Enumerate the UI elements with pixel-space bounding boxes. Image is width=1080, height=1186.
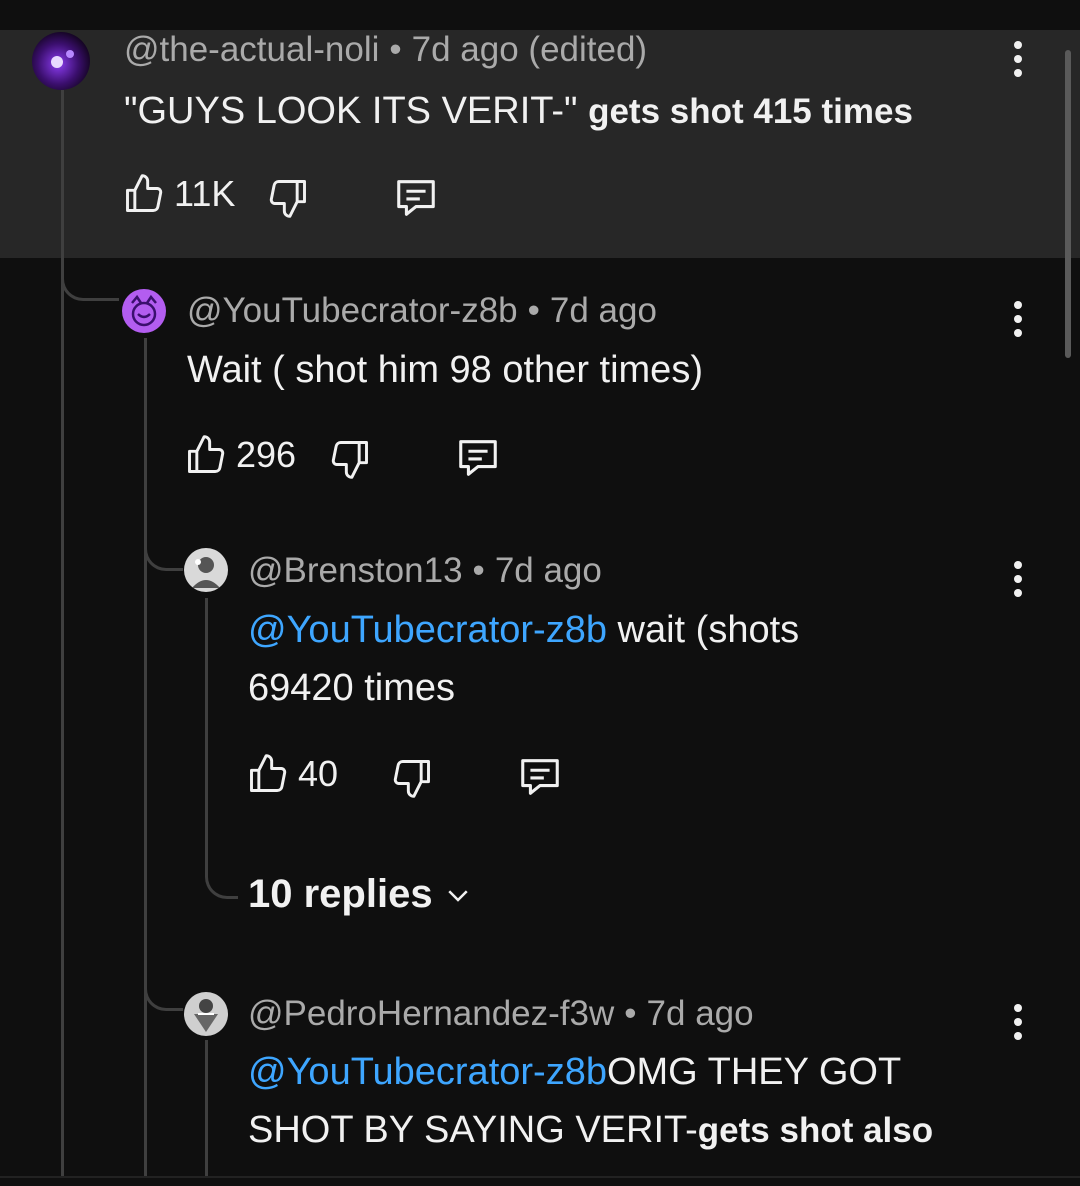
- thumb-up-icon: [188, 435, 225, 473]
- comment-time: 7d ago: [549, 291, 657, 330]
- comment-text-bold: gets shot also: [697, 1111, 934, 1150]
- avatar[interactable]: [184, 992, 228, 1036]
- author-handle[interactable]: @YouTubecrator-z8b: [187, 291, 518, 330]
- author-handle[interactable]: @the-actual-noli: [124, 30, 379, 69]
- chevron-down-icon: [447, 889, 468, 902]
- reply-comment-icon: [521, 759, 559, 795]
- top-edge: [0, 0, 1080, 30]
- thumb-up-icon: [250, 754, 287, 792]
- dislike-button[interactable]: [266, 176, 310, 220]
- comment-text: @YouTubecrator-z8bOMG THEY GOT SHOT BY S…: [248, 1043, 933, 1160]
- more-vertical-icon[interactable]: [998, 294, 1038, 344]
- thread-branch-1: [61, 250, 119, 301]
- scrollbar[interactable]: [1065, 50, 1071, 358]
- mention-link[interactable]: @YouTubecrator-z8b: [248, 1051, 607, 1093]
- thumb-down-icon: [331, 441, 368, 479]
- author-handle[interactable]: @Brenston13: [248, 551, 463, 590]
- thread-line-level3b: [205, 1040, 208, 1180]
- like-count: 11K: [174, 173, 236, 214]
- thread-branch-2: [144, 520, 183, 571]
- more-vertical-icon[interactable]: [998, 554, 1038, 604]
- comment-text-bold: gets shot 415 times: [588, 92, 913, 131]
- comment-text: "GUYS LOOK ITS VERIT-" gets shot 415 tim…: [124, 82, 913, 141]
- like-button[interactable]: 296: [184, 433, 296, 477]
- comment-text: @YouTubecrator-z8b wait (shots 69420 tim…: [248, 601, 799, 717]
- dislike-button[interactable]: [390, 756, 434, 800]
- comment-text-line1: OMG THEY GOT: [606, 1051, 902, 1093]
- avatar[interactable]: [32, 32, 90, 90]
- comment-author[interactable]: @PedroHernandez-f3w • 7d ago: [248, 994, 754, 1034]
- more-vertical-icon[interactable]: [998, 997, 1038, 1047]
- comment-text-line2: SHOT BY SAYING VERIT-: [248, 1109, 698, 1151]
- avatar[interactable]: [122, 289, 166, 333]
- comment-time: 7d ago (edited): [411, 30, 648, 69]
- comment-time: 7d ago: [494, 551, 602, 590]
- author-handle[interactable]: @PedroHernandez-f3w: [248, 994, 614, 1033]
- thumb-down-icon: [393, 760, 430, 798]
- thread-branch-3: [144, 960, 183, 1011]
- reply-button[interactable]: [393, 174, 439, 220]
- avatar[interactable]: [184, 548, 228, 592]
- comment-text: Wait ( shot him 98 other times): [187, 349, 703, 391]
- separator: •: [389, 30, 402, 69]
- mention-link[interactable]: @YouTubecrator-z8b: [248, 609, 607, 651]
- thread-line-level2: [144, 338, 147, 1180]
- view-replies-button[interactable]: 10 replies: [248, 872, 473, 917]
- comment-author[interactable]: @Brenston13 • 7d ago: [248, 551, 602, 591]
- comment-text-line1: wait (shots: [617, 609, 800, 651]
- like-button[interactable]: 11K: [122, 172, 235, 216]
- separator: •: [527, 291, 540, 330]
- replies-label: 10 replies: [248, 872, 433, 916]
- reply-button[interactable]: [455, 434, 501, 480]
- comment-text-line2: 69420 times: [248, 667, 456, 709]
- like-count: 296: [236, 434, 297, 475]
- separator: •: [472, 551, 485, 590]
- like-button[interactable]: 40: [246, 752, 338, 796]
- thumb-down-icon: [269, 180, 306, 218]
- comment-text-main: "GUYS LOOK ITS VERIT-": [124, 90, 578, 132]
- comment-time: 7d ago: [646, 994, 754, 1033]
- dislike-button[interactable]: [328, 437, 372, 481]
- reply-comment-icon: [397, 180, 435, 216]
- separator: •: [624, 994, 637, 1033]
- thumb-up-icon: [126, 174, 163, 212]
- comment-author[interactable]: @YouTubecrator-z8b • 7d ago: [187, 291, 657, 331]
- reply-button[interactable]: [517, 753, 563, 799]
- thread-branch-replies: [205, 840, 238, 899]
- like-count: 40: [298, 753, 339, 794]
- bottom-edge: [0, 1176, 1080, 1186]
- thread-line-level3a: [205, 598, 208, 848]
- more-vertical-icon[interactable]: [998, 34, 1038, 84]
- reply-comment-icon: [459, 440, 497, 476]
- comment-author[interactable]: @the-actual-noli • 7d ago (edited): [124, 30, 647, 70]
